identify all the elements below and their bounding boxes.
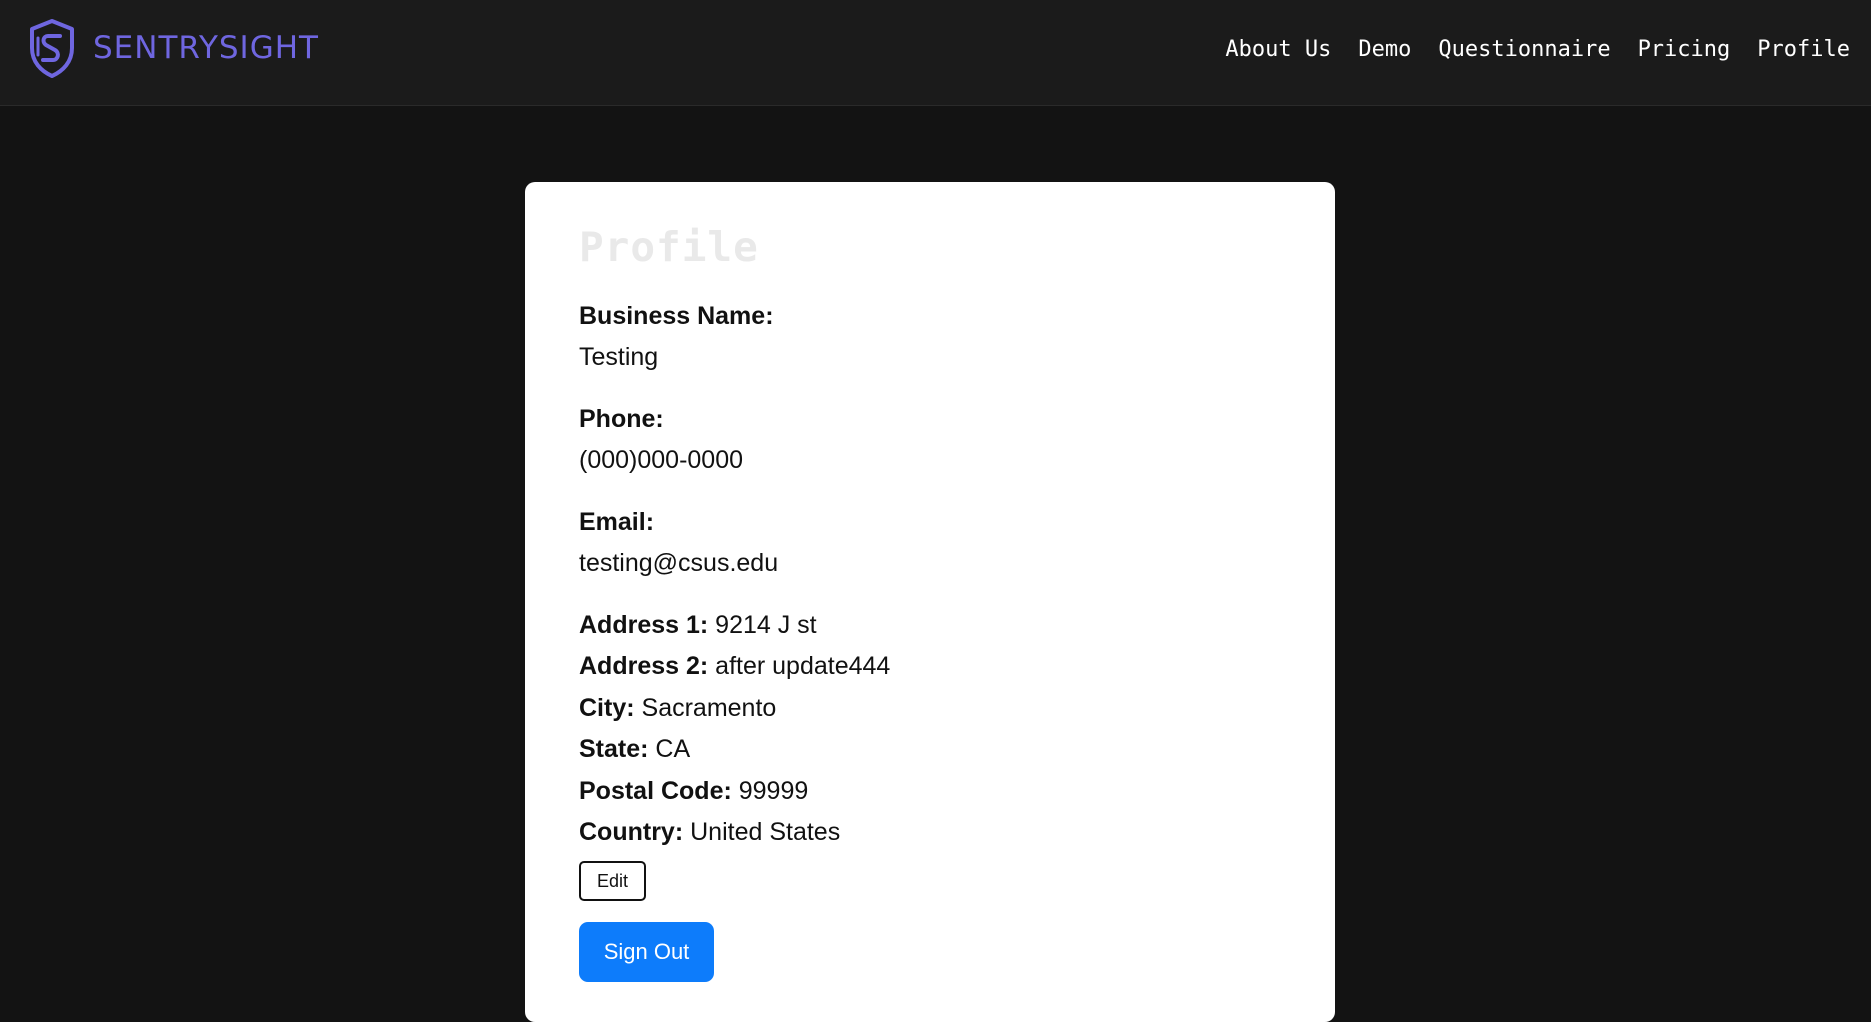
country-row: Country: United States (579, 817, 840, 847)
nav-pricing[interactable]: Pricing (1638, 36, 1731, 64)
phone-label: Phone: (579, 405, 664, 433)
nav-about-us[interactable]: About Us (1225, 36, 1331, 64)
business-name-label: Business Name: (579, 302, 774, 330)
state-label: State: (579, 735, 649, 763)
email-value: testing@csus.edu (579, 549, 779, 577)
address2-label: Address 2: (579, 652, 709, 680)
page-title: Profile (579, 223, 759, 271)
main-nav: About Us Demo Questionnaire Pricing Prof… (1225, 36, 1850, 64)
state-row: State: CA (579, 734, 690, 764)
postal-code-row: Postal Code: 99999 (579, 776, 808, 806)
city-value: Sacramento (641, 694, 777, 722)
nav-questionnaire[interactable]: Questionnaire (1438, 36, 1610, 64)
phone-value: (000)000-0000 (579, 446, 744, 474)
brand-link[interactable]: SENTRYSIGHT (27, 17, 319, 79)
email-label: Email: (579, 508, 655, 536)
country-value: United States (690, 818, 841, 846)
top-navbar: SENTRYSIGHT About Us Demo Questionnaire … (0, 0, 1871, 106)
nav-profile[interactable]: Profile (1757, 36, 1850, 64)
city-row: City: Sacramento (579, 693, 776, 723)
address1-label: Address 1: (579, 611, 709, 639)
country-label: Country: (579, 818, 684, 846)
postal-code-label: Postal Code: (579, 777, 732, 805)
shield-s-logo-icon (30, 19, 74, 78)
business-name-value: Testing (579, 343, 659, 371)
nav-demo[interactable]: Demo (1358, 36, 1411, 64)
city-label: City: (579, 694, 635, 722)
state-value: CA (655, 735, 691, 763)
brand-name: SENTRYSIGHT (93, 29, 319, 66)
address1-value: 9214 J st (715, 611, 817, 639)
profile-card: Profile Business Name: Testing Phone: (0… (525, 182, 1335, 1022)
edit-button[interactable]: Edit (579, 861, 646, 901)
address2-value: after update444 (715, 652, 891, 680)
address2-row: Address 2: after update444 (579, 651, 890, 681)
address1-row: Address 1: 9214 J st (579, 610, 817, 640)
postal-code-value: 99999 (738, 777, 809, 805)
sign-out-button[interactable]: Sign Out (579, 922, 714, 982)
